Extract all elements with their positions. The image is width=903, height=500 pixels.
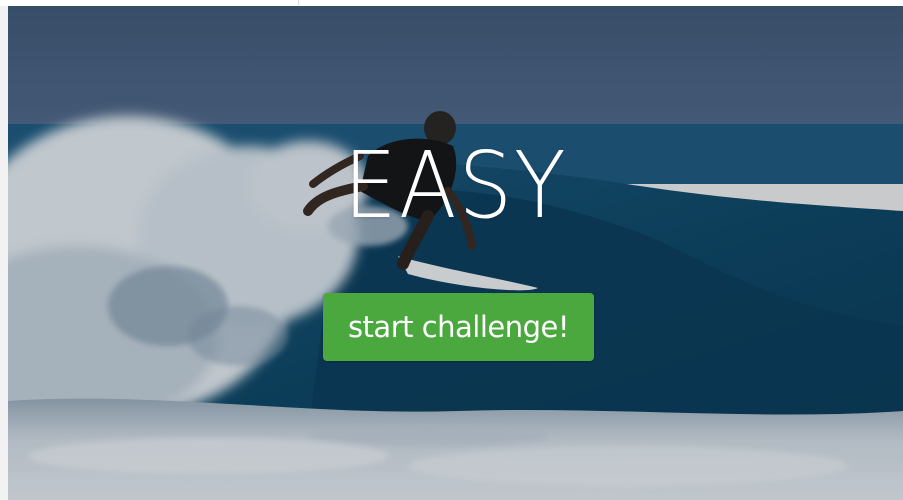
difficulty-headline: EASY xyxy=(343,132,568,239)
page-frame: EASY start challenge! xyxy=(0,0,903,500)
photo-overlay xyxy=(8,6,903,500)
start-challenge-button[interactable]: start challenge! xyxy=(323,293,594,361)
hero-banner: EASY start challenge! xyxy=(8,6,903,500)
